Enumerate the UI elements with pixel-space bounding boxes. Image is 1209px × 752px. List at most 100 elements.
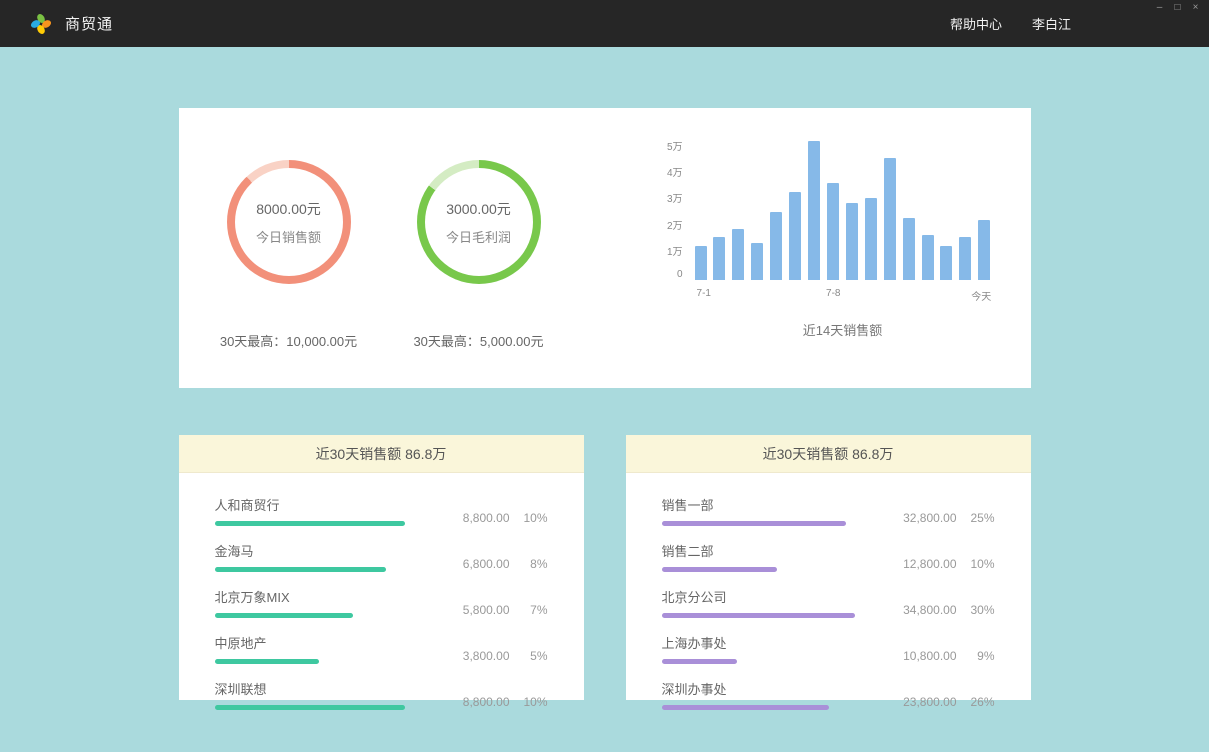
rank-row-bar — [215, 705, 406, 710]
daily-sales-bar-chart: 5万4万3万2万1万0 7-17-8今天 近14天销售额 — [574, 108, 1031, 388]
department-rank-card-title: 近30天销售额 86.8万 — [626, 435, 1031, 473]
y-tick-label: 1万 — [667, 243, 683, 258]
today-sales-ring-block: 8000.00元 今日销售额 30天最高：10,000.00元 — [194, 108, 384, 388]
today-sales-label: 今日销售额 — [256, 227, 321, 246]
customer-rank-card-title: 近30天销售额 86.8万 — [179, 435, 584, 473]
bar — [846, 203, 858, 280]
user-menu[interactable]: 李白江 — [1032, 14, 1071, 33]
rank-row-label: 深圳联想 — [215, 679, 432, 698]
rank-row-percent: 26% — [957, 695, 995, 709]
bar — [713, 237, 725, 280]
customer-rank-card-body: 人和商贸行 8,800.00 10% 金海马 6,800.00 — [179, 473, 584, 710]
y-tick-label: 2万 — [667, 217, 683, 232]
rank-row-bar — [215, 659, 319, 664]
bar-chart-plot — [695, 138, 991, 280]
rank-row-percent: 9% — [957, 649, 995, 663]
bar-chart-xticks: 7-17-8今天 — [695, 280, 991, 306]
today-sales-value: 8000.00元 — [256, 199, 321, 219]
bar — [827, 183, 839, 280]
rank-row: 人和商贸行 8,800.00 10% — [215, 495, 548, 526]
today-sales-ring-chart: 8000.00元 今日销售额 — [227, 160, 351, 284]
rank-row-label: 人和商贸行 — [215, 495, 432, 514]
bar — [751, 243, 763, 280]
rank-row-percent: 10% — [510, 511, 548, 525]
rank-row-label: 中原地产 — [215, 633, 432, 652]
rank-row-percent: 7% — [510, 603, 548, 617]
rank-row-percent: 30% — [957, 603, 995, 617]
bar — [922, 235, 934, 280]
today-profit-30day-max: 30天最高：5,000.00元 — [413, 331, 543, 350]
rank-row-bar — [215, 521, 406, 526]
rank-row-label: 北京分公司 — [662, 587, 879, 606]
department-sales-rank-card: 近30天销售额 86.8万 销售一部 32,800.00 25% 销售二部 — [626, 435, 1031, 700]
today-sales-ring-center: 8000.00元 今日销售额 — [235, 168, 343, 276]
rank-row-value: 10,800.00 — [903, 649, 956, 663]
today-profit-ring-block: 3000.00元 今日毛利润 30天最高：5,000.00元 — [384, 108, 574, 388]
app-logo-pinwheel-icon — [30, 13, 52, 35]
window-maximize-button[interactable]: □ — [1170, 2, 1185, 14]
bar-chart-caption: 近14天销售额 — [695, 320, 991, 339]
rank-row-percent: 5% — [510, 649, 548, 663]
rank-row: 深圳联想 8,800.00 10% — [215, 679, 548, 710]
today-profit-value: 3000.00元 — [446, 199, 511, 219]
app-title: 商贸通 — [65, 13, 113, 34]
bar — [959, 237, 971, 280]
customer-sales-rank-card: 近30天销售额 86.8万 人和商贸行 8,800.00 10% 金海马 — [179, 435, 584, 700]
bar — [884, 158, 896, 280]
today-profit-ring-chart: 3000.00元 今日毛利润 — [417, 160, 541, 284]
rank-row-value: 8,800.00 — [463, 511, 510, 525]
rank-row-value: 34,800.00 — [903, 603, 956, 617]
rank-row-label: 金海马 — [215, 541, 432, 560]
dashboard-main: 8000.00元 今日销售额 30天最高：10,000.00元 3000.00元… — [179, 108, 1031, 700]
rank-row-label: 北京万象MIX — [215, 587, 432, 606]
bar — [978, 220, 990, 280]
rank-row: 销售一部 32,800.00 25% — [662, 495, 995, 526]
rank-row-bar — [662, 567, 777, 572]
rank-row-value: 12,800.00 — [903, 557, 956, 571]
help-center-link[interactable]: 帮助中心 — [950, 14, 1002, 33]
rank-row-bar — [662, 521, 846, 526]
rank-row: 深圳办事处 23,800.00 26% — [662, 679, 995, 710]
bar — [770, 212, 782, 280]
x-tick-label: 今天 — [971, 288, 991, 303]
window-minimize-button[interactable]: – — [1152, 2, 1167, 14]
bar — [903, 218, 915, 280]
titlebar-menu: 帮助中心 李白江 — [950, 14, 1179, 33]
y-tick-label: 4万 — [667, 164, 683, 179]
rank-row-bar — [662, 659, 738, 664]
rank-row-bar — [215, 613, 354, 618]
rank-row-value: 32,800.00 — [903, 511, 956, 525]
window-controls: – □ × — [1152, 2, 1203, 14]
rank-row-label: 上海办事处 — [662, 633, 879, 652]
department-rank-card-body: 销售一部 32,800.00 25% 销售二部 12,800.00 — [626, 473, 1031, 710]
bar — [865, 198, 877, 280]
rank-row-label: 深圳办事处 — [662, 679, 879, 698]
rank-cards-row: 近30天销售额 86.8万 人和商贸行 8,800.00 10% 金海马 — [179, 435, 1031, 700]
rank-row-value: 6,800.00 — [463, 557, 510, 571]
today-profit-ring-center: 3000.00元 今日毛利润 — [425, 168, 533, 276]
rank-row-percent: 8% — [510, 557, 548, 571]
rank-row: 金海马 6,800.00 8% — [215, 541, 548, 572]
bar — [789, 192, 801, 280]
rank-row-label: 销售二部 — [662, 541, 879, 560]
today-sales-30day-max: 30天最高：10,000.00元 — [220, 331, 357, 350]
rank-row: 北京万象MIX 5,800.00 7% — [215, 587, 548, 618]
bar — [940, 246, 952, 280]
rank-row-label: 销售一部 — [662, 495, 879, 514]
bar — [808, 141, 820, 280]
rank-row-bar — [662, 705, 829, 710]
rank-row-value: 5,800.00 — [463, 603, 510, 617]
bar-chart-yticks: 5万4万3万2万1万0 — [649, 138, 695, 280]
bar — [732, 229, 744, 280]
rank-row-value: 8,800.00 — [463, 695, 510, 709]
rank-row-value: 3,800.00 — [463, 649, 510, 663]
y-tick-label: 3万 — [667, 190, 683, 205]
rank-row-bar — [662, 613, 855, 618]
rank-row-percent: 10% — [957, 557, 995, 571]
rank-row: 中原地产 3,800.00 5% — [215, 633, 548, 664]
window-close-button[interactable]: × — [1188, 2, 1203, 14]
y-tick-label: 0 — [677, 269, 683, 280]
rank-row: 北京分公司 34,800.00 30% — [662, 587, 995, 618]
rank-row-bar — [215, 567, 386, 572]
rank-row-value: 23,800.00 — [903, 695, 956, 709]
